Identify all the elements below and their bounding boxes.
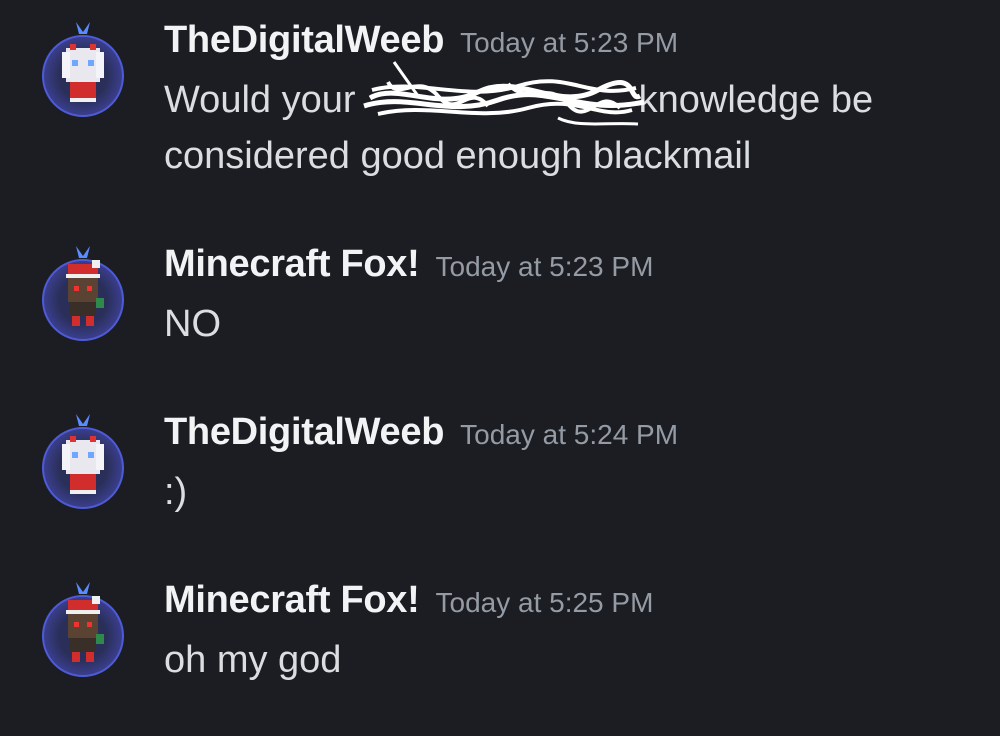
timestamp: Today at 5:24 PM <box>460 419 679 450</box>
message-header: TheDigitalWeeb Today at 5:24 PM <box>164 410 678 462</box>
avatar-fox[interactable] <box>30 242 136 348</box>
timestamp: Today at 5:25 PM <box>435 587 654 618</box>
username[interactable]: Minecraft Fox! <box>164 243 420 285</box>
username[interactable]: TheDigitalWeeb <box>164 411 444 453</box>
user-avatar-icon <box>42 582 124 677</box>
timestamp: Today at 5:23 PM <box>460 27 679 58</box>
username[interactable]: Minecraft Fox! <box>164 579 420 621</box>
message-text-before: Would your <box>164 79 367 121</box>
message-header: Minecraft Fox! Today at 5:23 PM <box>164 242 653 294</box>
redaction-scribble <box>363 61 645 126</box>
user-avatar-icon <box>42 414 124 509</box>
timestamp: Today at 5:23 PM <box>435 251 654 282</box>
user-avatar-icon <box>42 246 124 341</box>
message-content: NO <box>164 303 221 345</box>
message-content: Would your knowledge be considered good … <box>164 61 984 184</box>
avatar-fox[interactable] <box>30 578 136 684</box>
username[interactable]: TheDigitalWeeb <box>164 19 444 61</box>
avatar-weeb[interactable] <box>30 18 136 124</box>
message-header: Minecraft Fox! Today at 5:25 PM <box>164 578 653 630</box>
message-content: oh my god <box>164 639 342 681</box>
scribble-icon <box>363 61 645 126</box>
user-avatar-icon <box>42 22 124 117</box>
avatar-weeb[interactable] <box>30 410 136 516</box>
message-content: :) <box>164 471 188 513</box>
